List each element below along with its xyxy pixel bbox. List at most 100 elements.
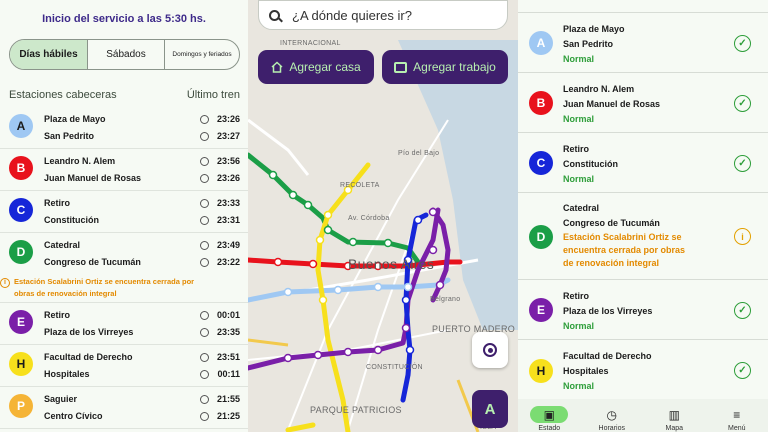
terminal-from: Facultad de Derecho — [563, 351, 652, 361]
line-status: Estación Scalabrini Ortiz se encuentra c… — [563, 232, 686, 268]
terminal-station-name: Congreso de Tucumán — [44, 257, 141, 267]
terminal-from: Retiro — [563, 291, 590, 301]
schedule-row-line-h[interactable]: H Facultad de Derecho 23:51 Hospitales 00:11 — [0, 345, 248, 387]
my-location-button[interactable] — [472, 332, 508, 368]
tab-sundays-holidays[interactable]: Domingos y feriados — [164, 40, 239, 69]
terminal-from: Leandro N. Alem — [563, 84, 635, 94]
day-type-segmented-control: Días hábiles Sábados Domingos y feriados — [9, 39, 240, 70]
clock-icon — [200, 370, 209, 379]
line-badge-b: B — [529, 91, 553, 115]
line-badge-d: D — [9, 240, 33, 264]
status-row-line-b[interactable]: B Leandro N. Alem Juan Manuel de Rosas Norm… — [518, 73, 768, 133]
clock-icon — [200, 412, 209, 421]
last-train-time: 23:51 — [216, 352, 240, 362]
status-row-line-h[interactable]: H Facultad de Derecho Hospitales Normal ✓ — [518, 340, 768, 401]
terminal-to: Plaza de los Virreyes — [563, 306, 653, 316]
nav-label: Horarios — [598, 425, 625, 432]
clock-icon — [200, 328, 209, 337]
add-home-label: Agregar casa — [289, 60, 361, 74]
navigate-fab[interactable]: A — [472, 390, 508, 428]
line-status-text: Retiro Plaza de los Virreyes Normal — [563, 289, 652, 334]
map-icon: ▥ — [668, 407, 680, 422]
line-status: Normal — [563, 321, 595, 331]
schedule-row-line-a[interactable]: A Plaza de Mayo 23:26 San Pedrito 23:27 — [0, 107, 248, 149]
nav-item-schedules[interactable]: ◷ Horarios — [581, 399, 644, 432]
map-label-buenos-aires: Buenos Aires — [348, 256, 435, 272]
check-circle-icon: ✓ — [734, 301, 751, 319]
add-home-button[interactable]: Agregar casa — [258, 50, 374, 84]
terminal-from: Catedral — [563, 203, 600, 213]
line-badge-c: C — [529, 151, 553, 175]
schedule-row-line-d[interactable]: D Catedral 23:49 Congreso de Tucumán 23:22 i E… — [0, 233, 248, 303]
header-stations: Estaciones cabeceras — [9, 89, 117, 101]
check-circle-icon: ✓ — [734, 154, 751, 172]
line-status-text: Plaza de Mayo San Pedrito Normal — [563, 22, 625, 67]
tab-saturdays[interactable]: Sábados — [87, 40, 164, 69]
schedule-row-line-b[interactable]: B Leandro N. Alem 23:56 Juan Manuel de Rosa… — [0, 149, 248, 191]
line-badge-h: H — [9, 352, 33, 376]
status-panel: A Plaza de Mayo San Pedrito Normal ✓ B Leandro… — [518, 0, 768, 432]
last-train-time: 21:25 — [216, 411, 240, 421]
schedule-row-line-e[interactable]: E Retiro 00:01 Plaza de los Virreyes 23:35 — [0, 303, 248, 345]
terminal-station-name: Centro Cívico — [44, 411, 103, 421]
tab-weekdays[interactable]: Días hábiles — [10, 40, 87, 69]
line-badge-h: H — [529, 358, 553, 383]
status-row-line-d[interactable]: D Catedral Congreso de Tucumán Estación Sca… — [518, 193, 768, 280]
search-bar[interactable]: ¿A dónde quieres ir? — [258, 0, 508, 30]
line-status-list: A Plaza de Mayo San Pedrito Normal ✓ B Leandro… — [518, 12, 768, 401]
line-badge-e: E — [529, 298, 553, 322]
map-label-parque-patricios: PARQUE PATRICIOS — [310, 405, 402, 415]
terminal-to: Constitución — [563, 159, 618, 169]
add-work-button[interactable]: Agregar trabajo — [382, 50, 508, 84]
status-row-line-c[interactable]: C Retiro Constitución Normal ✓ — [518, 133, 768, 193]
last-train-time: 23:27 — [216, 131, 240, 141]
header-last-train: Último tren — [186, 89, 240, 101]
nav-item-map[interactable]: ▥ Mapa — [643, 399, 706, 432]
line-status: Normal — [563, 54, 595, 64]
line-status: Normal — [563, 381, 595, 391]
last-train-time: 23:49 — [216, 240, 240, 250]
terminal-station-name: Retiro — [44, 310, 71, 320]
line-badge-p: P — [9, 394, 33, 418]
schedule-row-line-c[interactable]: C Retiro 23:33 Constitución 23:31 — [0, 191, 248, 233]
clock-icon — [200, 258, 209, 267]
nav-item-status[interactable]: ▣ Estado — [518, 399, 581, 432]
terminal-station-name: Facultad de Derecho — [44, 352, 133, 362]
terminal-station-name: Plaza de Mayo — [44, 114, 106, 124]
service-warning: i Estación Scalabrini Ortiz se encuentra … — [0, 276, 195, 300]
terminal-station-name: Hospitales — [44, 369, 90, 379]
status-row-line-a[interactable]: A Plaza de Mayo San Pedrito Normal ✓ — [518, 13, 768, 73]
map-panel[interactable]: INTERNACIONAL RECOLETA Buenos Aires PUER… — [248, 0, 518, 432]
line-status-text: Facultad de Derecho Hospitales Normal — [563, 349, 652, 394]
nav-label: Menú — [727, 425, 746, 432]
terminal-station-name: Plaza de los Virreyes — [44, 327, 134, 337]
navigate-arrow-icon: A — [484, 400, 496, 418]
clock-icon — [200, 216, 209, 225]
info-circle-icon: i — [734, 228, 751, 245]
bottom-navigation: ▣ Estado ◷ Horarios ▥ Mapa ≡ Menú — [518, 399, 768, 432]
schedule-row-line-p[interactable]: P Saguier 21:55 Centro Cívico 21:25 — [0, 387, 248, 429]
nav-item-menu[interactable]: ≡ Menú — [706, 399, 768, 432]
line-badge-d: D — [529, 224, 553, 249]
terminal-from: Plaza de Mayo — [563, 24, 625, 34]
briefcase-icon — [394, 61, 408, 73]
menu-icon: ≡ — [733, 407, 741, 422]
clock-icon — [200, 199, 209, 208]
last-train-time: 23:26 — [216, 173, 240, 183]
map-label-constitucion: CONSTITUCIÓN — [366, 364, 423, 371]
service-start-note: Inicio del servicio a las 5:30 hs. — [42, 13, 206, 25]
status-row-line-e[interactable]: E Retiro Plaza de los Virreyes Normal ✓ — [518, 280, 768, 340]
nav-label: Estado — [538, 425, 561, 432]
last-train-time: 23:35 — [216, 327, 240, 337]
terminal-station-name: Constitución — [44, 215, 99, 225]
terminal-to: Hospitales — [563, 366, 609, 376]
clock-icon — [200, 241, 209, 250]
terminal-station-name: San Pedrito — [44, 131, 95, 141]
line-status-text: Retiro Constitución Normal — [563, 142, 618, 187]
clock-icon — [200, 174, 209, 183]
schedule-panel: Inicio del servicio a las 5:30 hs. Días … — [0, 0, 248, 432]
warning-icon: i — [0, 278, 10, 288]
search-icon — [269, 9, 280, 21]
map-label-internacional: INTERNACIONAL — [280, 40, 341, 47]
line-status: Normal — [563, 174, 595, 184]
